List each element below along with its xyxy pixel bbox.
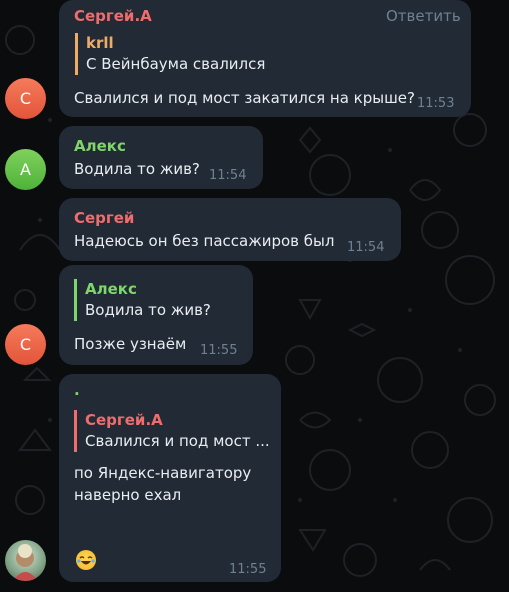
quote-text: Водила то жив? [85, 301, 211, 319]
message-text: Свалился и под мост закатился на крыше? [74, 89, 415, 107]
message-bubble[interactable]: Сергей.А Ответить krll С Вейнбаума свали… [59, 0, 471, 117]
reply-button[interactable]: Ответить [386, 6, 461, 26]
message-text: Водила то жив? [74, 160, 200, 178]
avatar[interactable]: С [5, 324, 46, 365]
quote-text: С Вейнбаума свалился [86, 55, 266, 73]
sender-name[interactable]: Сергей [74, 208, 134, 228]
message-text-line-1: по Яндекс-навигатору [74, 464, 252, 482]
message-bubble[interactable]: Алекс Водила то жив? Позже узнаём 11:55 [59, 265, 253, 365]
message-time: 11:53 [417, 96, 455, 111]
sender-name[interactable]: . [74, 380, 80, 400]
profile-photo-icon [13, 544, 38, 581]
message-time: 11:54 [347, 240, 385, 255]
message-text: Надеюсь он без пассажиров был [74, 232, 335, 250]
message-bubble[interactable]: . Сергей.А Свалился и под мост ... по Ян… [59, 374, 281, 582]
reply-quote[interactable]: Сергей.А Свалился и под мост ... [74, 410, 270, 452]
quote-author: Сергей.А [85, 411, 163, 429]
quote-author: Алекс [85, 280, 137, 298]
message-time: 11:55 [200, 343, 238, 358]
message-time: 11:54 [209, 168, 247, 183]
sender-name[interactable]: Алекс [74, 136, 126, 156]
reply-quote[interactable]: krll С Вейнбаума свалился [75, 33, 265, 75]
reply-quote[interactable]: Алекс Водила то жив? [74, 279, 211, 321]
avatar[interactable] [5, 540, 46, 581]
quote-author: krll [86, 34, 114, 52]
message-time: 11:55 [229, 562, 267, 577]
avatar[interactable]: С [5, 78, 46, 119]
laughing-emoji-icon [76, 550, 96, 570]
avatar[interactable]: А [5, 149, 46, 190]
message-text-line-2: наверно ехал [74, 486, 182, 504]
message-bubble[interactable]: Алекс Водила то жив? 11:54 [59, 126, 263, 189]
sender-name[interactable]: Сергей.А [74, 6, 152, 26]
message-bubble[interactable]: Сергей Надеюсь он без пассажиров был 11:… [59, 198, 401, 261]
message-text: Позже узнаём [74, 335, 187, 353]
quote-text: Свалился и под мост ... [85, 432, 270, 450]
